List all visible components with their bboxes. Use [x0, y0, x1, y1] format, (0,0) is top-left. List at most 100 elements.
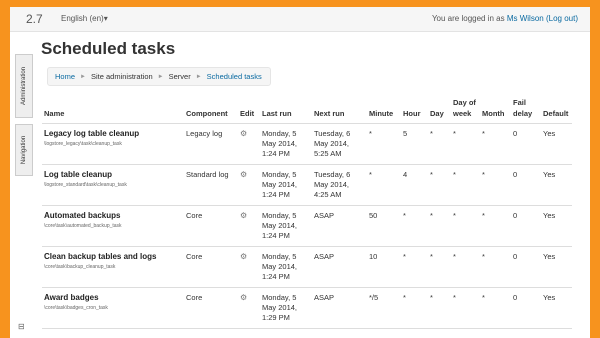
edit-cell: ⚙ — [238, 287, 260, 329]
day-cell: * — [428, 164, 451, 206]
table-row: Legacy log table cleanup \logstore_legac… — [42, 123, 573, 165]
default-cell: Yes — [541, 287, 573, 329]
gear-icon[interactable]: ⚙ — [240, 293, 247, 302]
task-name-cell: Award badges \core\task\badges_cron_task — [42, 287, 184, 329]
day-of-week-cell: * — [451, 123, 480, 165]
edit-cell: ⚙ — [238, 164, 260, 206]
minute-cell: * — [367, 164, 401, 206]
scheduled-tasks-table: Name Component Edit Last run Next run Mi… — [42, 97, 573, 329]
language-menu[interactable]: English (en)▾ — [61, 14, 108, 23]
table-row: Automated backups \core\task\automated_b… — [42, 205, 573, 247]
column-header-day-of-week: Day of week — [451, 97, 480, 124]
default-cell: Yes — [541, 164, 573, 206]
component-cell: Standard log — [184, 164, 238, 206]
task-class-path: \core\task\badges_cron_task — [44, 305, 108, 311]
default-cell: Yes — [541, 205, 573, 247]
triangle-right-icon: ► — [195, 73, 202, 80]
table-row: Award badges \core\task\badges_cron_task… — [42, 287, 573, 329]
task-name-cell: Clean backup tables and logs \core\task\… — [42, 246, 184, 288]
task-name: Log table cleanup — [44, 170, 113, 179]
breadcrumb-scheduled-tasks[interactable]: Scheduled tasks — [207, 72, 262, 81]
day-of-week-cell: * — [451, 246, 480, 288]
column-header-edit: Edit — [238, 97, 260, 124]
edit-cell: ⚙ — [238, 205, 260, 247]
last-run-cell: Monday, 5 May 2014, 1:24 PM — [260, 123, 312, 165]
gear-icon[interactable]: ⚙ — [240, 211, 247, 220]
task-name: Automated backups — [44, 211, 121, 220]
administration-tab[interactable]: Administration — [15, 54, 33, 118]
table-row: Clean backup tables and logs \core\task\… — [42, 246, 573, 288]
hour-cell: * — [401, 205, 428, 247]
next-run-cell: ASAP — [312, 287, 367, 329]
day-cell: * — [428, 246, 451, 288]
component-cell: Legacy log — [184, 123, 238, 165]
breadcrumb-site-administration[interactable]: Site administration — [91, 72, 153, 81]
task-name: Clean backup tables and logs — [44, 252, 157, 261]
column-header-day: Day — [428, 97, 451, 124]
next-run-cell: Tuesday, 6 May 2014, 5:25 AM — [312, 123, 367, 165]
last-run-cell: Monday, 5 May 2014, 1:24 PM — [260, 205, 312, 247]
minute-cell: * — [367, 123, 401, 165]
day-cell: * — [428, 123, 451, 165]
gear-icon[interactable]: ⚙ — [240, 170, 247, 179]
minute-cell: */5 — [367, 287, 401, 329]
column-header-next-run: Next run — [312, 97, 367, 124]
month-cell: * — [480, 246, 511, 288]
next-run-cell: Tuesday, 6 May 2014, 4:25 AM — [312, 164, 367, 206]
column-header-last-run: Last run — [260, 97, 312, 124]
breadcrumb-home[interactable]: Home — [55, 72, 75, 81]
next-run-cell: ASAP — [312, 246, 367, 288]
triangle-right-icon: ► — [80, 73, 86, 80]
gear-icon[interactable]: ⚙ — [240, 129, 247, 138]
column-header-month: Month — [480, 97, 511, 124]
edit-cell: ⚙ — [238, 246, 260, 288]
fail-delay-cell: 0 — [511, 287, 541, 329]
day-cell: * — [428, 287, 451, 329]
task-name: Legacy log table cleanup — [44, 129, 140, 138]
task-name-cell: Log table cleanup \logstore_standard\tas… — [42, 164, 184, 206]
breadcrumb-server[interactable]: Server — [169, 72, 191, 81]
task-class-path: \core\task\automated_backup_task — [44, 223, 122, 229]
login-prefix: You are logged in as — [431, 14, 505, 23]
hour-cell: 4 — [401, 164, 428, 206]
fail-delay-cell: 0 — [511, 164, 541, 206]
table-row: Log table cleanup \logstore_standard\tas… — [42, 164, 573, 206]
month-cell: * — [480, 164, 511, 206]
minute-cell: 50 — [367, 205, 401, 247]
column-header-minute: Minute — [367, 97, 401, 124]
login-info: You are logged in as Ms Wilson (Log out) — [432, 14, 578, 23]
last-run-cell: Monday, 5 May 2014, 1:24 PM — [260, 246, 312, 288]
task-class-path: \logstore_legacy\task\cleanup_task — [44, 141, 122, 147]
dock-icon[interactable]: ⊟ — [18, 322, 25, 331]
month-cell: * — [480, 205, 511, 247]
day-cell: * — [428, 205, 451, 247]
component-cell: Core — [184, 246, 238, 288]
task-class-path: \logstore_standard\task\cleanup_task — [44, 182, 127, 188]
task-name: Award badges — [44, 293, 99, 302]
breadcrumb: Home ► Site administration ► Server ► Sc… — [47, 67, 271, 86]
hour-cell: * — [401, 287, 428, 329]
caret-down-icon: ▾ — [103, 14, 108, 23]
day-of-week-cell: * — [451, 205, 480, 247]
default-cell: Yes — [541, 123, 573, 165]
site-brand[interactable]: 2.7 — [26, 12, 43, 26]
component-cell: Core — [184, 205, 238, 247]
task-name-cell: Automated backups \core\task\automated_b… — [42, 205, 184, 247]
day-of-week-cell: * — [451, 164, 480, 206]
gear-icon[interactable]: ⚙ — [240, 252, 247, 261]
minute-cell: 10 — [367, 246, 401, 288]
hour-cell: 5 — [401, 123, 428, 165]
default-cell: Yes — [541, 246, 573, 288]
triangle-right-icon: ► — [157, 73, 164, 80]
page-title: Scheduled tasks — [41, 39, 176, 58]
main-content: Scheduled tasks Home ► Site administrati… — [39, 32, 590, 329]
user-profile-link[interactable]: Ms Wilson — [507, 14, 544, 23]
component-cell: Core — [184, 287, 238, 329]
task-class-path: \core\task\backup_cleanup_task — [44, 264, 116, 270]
column-header-default: Default — [541, 97, 573, 124]
column-header-component: Component — [184, 97, 238, 124]
month-cell: * — [480, 287, 511, 329]
last-run-cell: Monday, 5 May 2014, 1:29 PM — [260, 287, 312, 329]
logout-link[interactable]: (Log out) — [546, 14, 578, 23]
navigation-tab[interactable]: Navigation — [15, 124, 33, 176]
